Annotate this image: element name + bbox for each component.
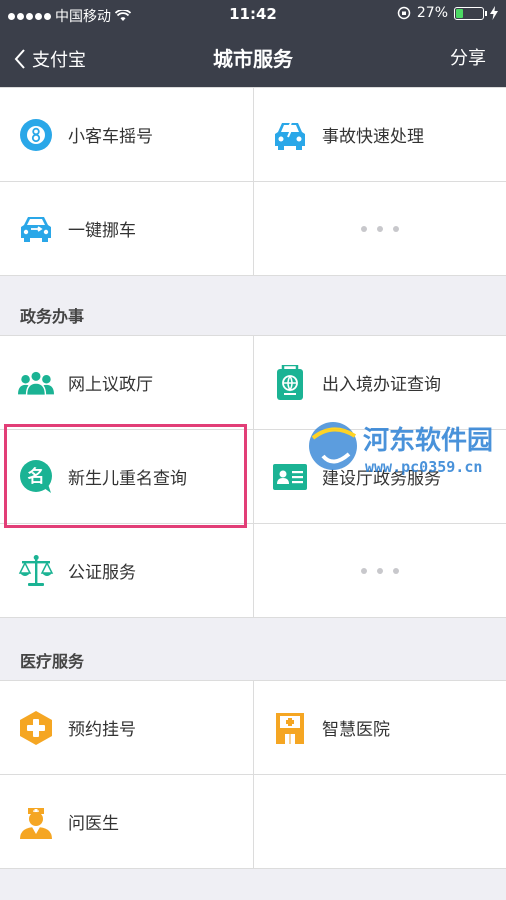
service-label: 出入境办证查询 xyxy=(322,375,441,395)
hospital-icon xyxy=(272,710,308,746)
service-notary[interactable]: 公证服务 xyxy=(0,524,253,617)
name-glyph: 名 xyxy=(28,466,45,487)
service-label: 小客车摇号 xyxy=(68,127,153,147)
people-group-icon xyxy=(18,365,54,401)
more-dots-icon xyxy=(361,567,399,574)
grid-row: 网上议政厅 出入境办证查询 xyxy=(0,336,506,430)
watermark-url: www.pc0359.cn xyxy=(365,458,483,476)
share-button[interactable]: 分享 xyxy=(450,30,486,88)
service-ask-doctor[interactable]: 问医生 xyxy=(0,775,253,868)
name-chat-icon: 名 xyxy=(18,459,54,495)
status-bar: 中国移动 11:42 27% xyxy=(0,0,506,30)
battery-info: 27% xyxy=(397,5,498,21)
scales-icon xyxy=(18,553,54,589)
section-title-gov: 政务办事 xyxy=(20,307,85,326)
rotation-lock-icon xyxy=(397,6,411,20)
service-label: 智慧医院 xyxy=(322,720,390,740)
watermark-name: 河东软件园 xyxy=(363,426,494,456)
service-appointment[interactable]: 预约挂号 xyxy=(0,681,253,774)
lottery-icon xyxy=(18,117,54,153)
service-move-car[interactable]: 一键挪车 xyxy=(0,182,253,275)
service-label: 网上议政厅 xyxy=(68,375,153,395)
service-lottery[interactable]: 小客车摇号 xyxy=(0,88,253,181)
service-label: 公证服务 xyxy=(68,563,136,583)
accident-car-icon xyxy=(272,117,308,153)
passport-icon xyxy=(272,364,308,401)
more-placeholder xyxy=(253,524,506,617)
section-title-medical: 医疗服务 xyxy=(20,652,85,671)
service-label: 新生儿重名查询 xyxy=(68,469,187,489)
nav-bar: 支付宝 城市服务 分享 xyxy=(0,30,506,88)
traffic-services-grid: 小客车摇号 事故快速处理 一键挪车 xyxy=(0,87,506,276)
service-label: 预约挂号 xyxy=(68,720,136,740)
grid-row: 一键挪车 xyxy=(0,182,506,276)
move-car-icon xyxy=(18,211,54,247)
back-label: 支付宝 xyxy=(32,50,86,71)
chevron-left-icon xyxy=(14,49,25,69)
more-placeholder xyxy=(253,182,506,275)
service-exit-entry[interactable]: 出入境办证查询 xyxy=(253,336,506,429)
doctor-icon xyxy=(18,804,54,840)
service-label: 事故快速处理 xyxy=(322,127,424,147)
charging-bolt-icon xyxy=(490,6,498,20)
grid-row: 问医生 xyxy=(0,775,506,869)
service-label: 问医生 xyxy=(68,814,119,834)
watermark: 河东软件园 www.pc0359.cn xyxy=(305,418,505,488)
grid-row: 公证服务 xyxy=(0,524,506,618)
grid-row: 预约挂号 智慧医院 xyxy=(0,681,506,775)
medical-services-grid: 预约挂号 智慧医院 问医生 xyxy=(0,680,506,869)
watermark-logo-icon xyxy=(309,422,357,470)
service-online-council[interactable]: 网上议政厅 xyxy=(0,336,253,429)
service-smart-hospital[interactable]: 智慧医院 xyxy=(253,681,506,774)
service-accident[interactable]: 事故快速处理 xyxy=(253,88,506,181)
service-newborn-name[interactable]: 名 新生儿重名查询 xyxy=(0,430,253,523)
service-label: 一键挪车 xyxy=(68,221,136,241)
back-button[interactable]: 支付宝 xyxy=(14,30,86,88)
id-card-icon xyxy=(272,459,308,495)
empty-cell xyxy=(253,775,506,868)
medical-cross-icon xyxy=(18,710,54,746)
more-dots-icon xyxy=(361,225,399,232)
grid-row: 小客车摇号 事故快速处理 xyxy=(0,88,506,182)
battery-percent: 27% xyxy=(416,5,448,21)
battery-icon xyxy=(454,6,487,20)
